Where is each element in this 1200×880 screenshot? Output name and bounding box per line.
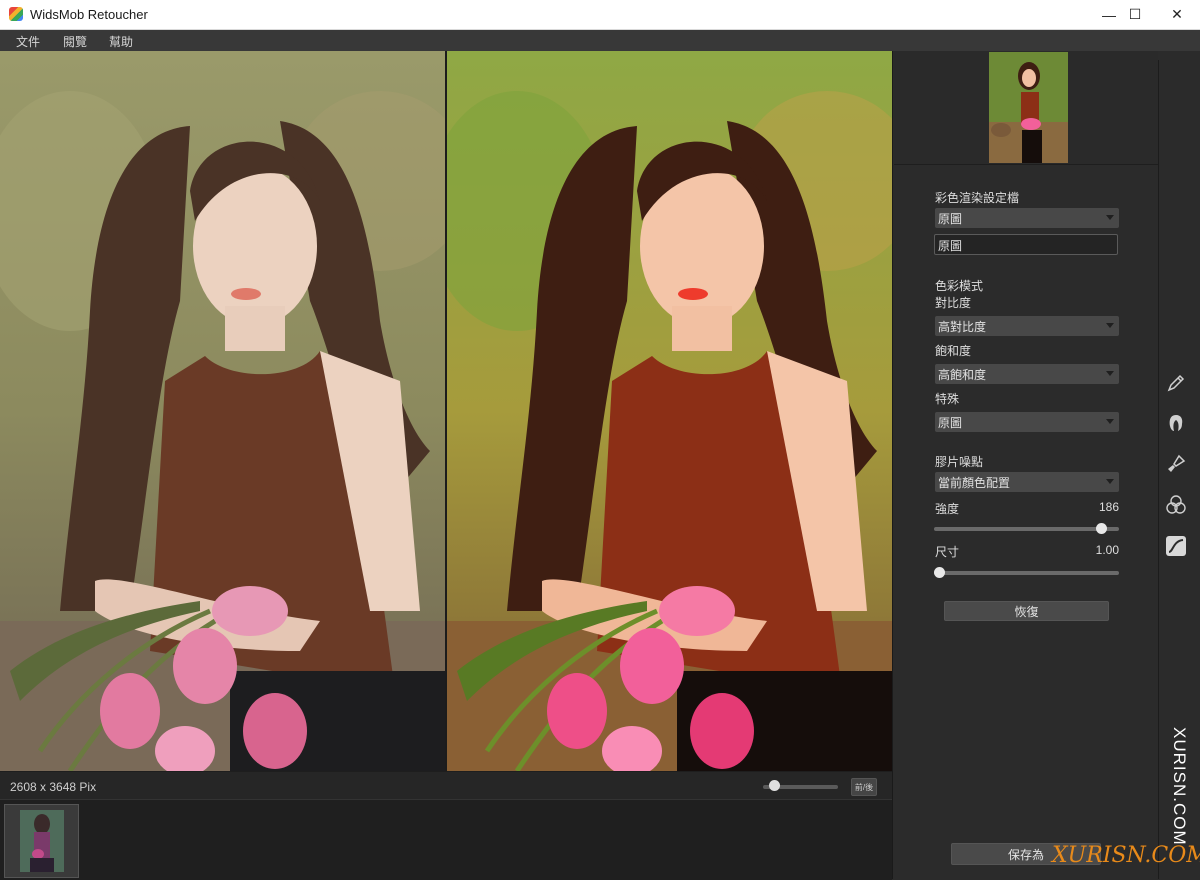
special-dropdown[interactable]: 原圖 [935, 412, 1119, 432]
close-button[interactable]: ✕ [1154, 0, 1200, 29]
strength-value: 186 [1098, 500, 1119, 514]
image-dimensions: 2608 x 3648 Pix [10, 780, 97, 794]
size-value: 1.00 [1095, 543, 1119, 557]
filmstrip-thumbnail[interactable] [4, 804, 79, 878]
before-after-button[interactable]: 前/後 [851, 778, 877, 796]
watermark-vertical-text: XURISN.COM [1170, 727, 1189, 846]
strength-slider-thumb[interactable] [1095, 523, 1107, 534]
color-circles-icon[interactable] [1165, 494, 1187, 516]
maximize-button[interactable]: ☐ [1112, 0, 1158, 29]
size-label: 尺寸 [935, 545, 960, 559]
color-profile-dropdown[interactable]: 原圖 [935, 208, 1119, 228]
film-grain-label: 膠片噪點 [935, 455, 984, 469]
menu-file[interactable]: 文件 [16, 33, 40, 50]
menu-help[interactable]: 幫助 [109, 33, 133, 50]
saturation-label: 飽和度 [935, 344, 972, 358]
size-slider-thumb[interactable] [934, 567, 945, 578]
preview-image[interactable] [989, 52, 1068, 163]
saturation-value: 高飽和度 [938, 368, 987, 382]
window-title: WidsMob Retoucher [30, 7, 148, 22]
app-icon [9, 7, 23, 21]
color-profile-label: 彩色渲染設定檔 [935, 191, 1020, 205]
chevron-down-icon [1106, 419, 1114, 424]
chevron-down-icon [1106, 479, 1114, 484]
hair-icon[interactable] [1165, 412, 1187, 434]
watermark-vertical: XURISN.COM [1169, 727, 1191, 846]
chevron-down-icon [1106, 371, 1114, 376]
pencil-icon[interactable] [1165, 372, 1187, 394]
title-bar: WidsMob Retoucher — ☐ ✕ [0, 0, 1200, 30]
contrast-label: 對比度 [935, 296, 972, 310]
contrast-dropdown[interactable]: 高對比度 [935, 316, 1119, 336]
saturation-dropdown[interactable]: 高飽和度 [935, 364, 1119, 384]
navigator-preview [894, 51, 1158, 165]
watermark-horizontal: XURISN.COM [1052, 843, 1200, 868]
film-grain-dropdown[interactable]: 當前顏色配置 [935, 472, 1119, 492]
status-bar: 2608 x 3648 Pix 前/後 [0, 771, 892, 800]
strength-slider[interactable] [934, 527, 1119, 531]
brush-icon[interactable] [1165, 453, 1187, 475]
adjustment-panel: 彩色渲染設定檔 原圖 原圖 色彩模式 對比度 高對比度 飽和度 高飽和度 特殊 … [892, 51, 1200, 879]
special-label: 特殊 [935, 392, 960, 406]
film-grain-value: 當前顏色配置 [938, 476, 1011, 490]
color-profile-value: 原圖 [938, 212, 963, 226]
curve-icon[interactable] [1165, 535, 1187, 557]
strength-label: 強度 [935, 502, 960, 516]
chevron-down-icon [1106, 215, 1114, 220]
color-mode-label: 色彩模式 [935, 279, 984, 293]
contrast-value: 高對比度 [938, 320, 987, 334]
filmstrip [0, 799, 892, 880]
image-viewer[interactable] [0, 51, 892, 771]
special-value: 原圖 [938, 416, 963, 430]
profile-name-field[interactable]: 原圖 [934, 234, 1118, 255]
size-slider[interactable] [934, 571, 1119, 575]
menu-bar: 文件 閱覽 幫助 [0, 30, 1200, 51]
original-photo [0, 51, 445, 771]
tool-strip-divider [1158, 60, 1159, 879]
chevron-down-icon [1106, 323, 1114, 328]
zoom-slider-thumb[interactable] [769, 780, 781, 791]
retouched-photo [447, 51, 892, 771]
menu-view[interactable]: 閱覽 [63, 33, 87, 50]
reset-button[interactable]: 恢復 [944, 601, 1109, 621]
